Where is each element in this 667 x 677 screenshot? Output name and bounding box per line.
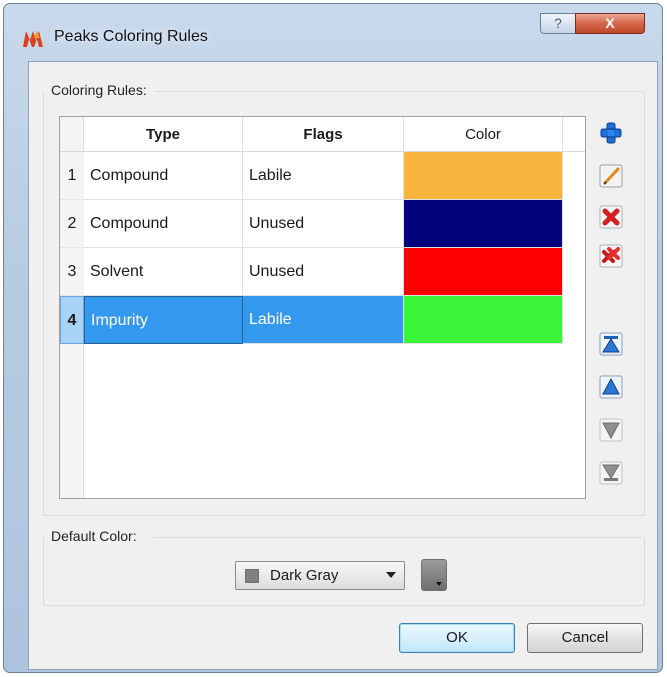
type-cell[interactable]: Compound xyxy=(84,200,243,248)
delete-icon xyxy=(599,205,623,229)
table-corner xyxy=(60,117,84,152)
type-cell[interactable]: Compound xyxy=(84,152,243,200)
color-cell[interactable] xyxy=(404,248,563,296)
header-filler xyxy=(563,117,585,152)
rules-table[interactable]: Type Flags Color 1 Compound Labile 2 Com… xyxy=(59,116,586,499)
add-icon xyxy=(600,122,622,144)
move-up-icon xyxy=(599,375,623,399)
default-color-dropdown[interactable]: Dark Gray xyxy=(235,561,405,590)
chevron-down-icon xyxy=(386,572,396,578)
move-top-button[interactable] xyxy=(599,332,623,356)
dialog-client-area: Coloring Rules: Type Flags Color 1 Compo… xyxy=(28,61,658,670)
row-number[interactable]: 2 xyxy=(60,200,84,248)
row-number[interactable]: 4 xyxy=(60,296,84,344)
dropdown-arrow-icon xyxy=(436,582,442,586)
move-down-icon xyxy=(599,418,623,442)
delete-all-icon xyxy=(599,244,623,268)
color-picker-button[interactable] xyxy=(421,559,447,591)
column-header-flags[interactable]: Flags xyxy=(243,117,404,152)
flags-cell[interactable]: Unused xyxy=(243,200,404,248)
default-color-value: Dark Gray xyxy=(270,567,339,584)
row-number[interactable]: 1 xyxy=(60,152,84,200)
delete-rule-button[interactable] xyxy=(599,205,623,229)
table-row[interactable]: 3 Solvent Unused xyxy=(60,248,563,296)
table-row[interactable]: 2 Compound Unused xyxy=(60,200,563,248)
color-cell[interactable] xyxy=(404,296,563,344)
column-header-type[interactable]: Type xyxy=(84,117,243,152)
add-rule-button[interactable] xyxy=(599,121,623,145)
move-top-icon xyxy=(599,332,623,356)
dialog-window: Peaks Coloring Rules ? X Coloring Rules:… xyxy=(3,3,663,673)
delete-all-rules-button[interactable] xyxy=(599,244,623,268)
move-down-button xyxy=(599,418,623,442)
move-bottom-icon xyxy=(599,461,623,485)
color-cell[interactable] xyxy=(404,200,563,248)
flags-cell[interactable]: Labile xyxy=(243,296,404,344)
table-row[interactable]: 1 Compound Labile xyxy=(60,152,563,200)
edit-rule-button[interactable] xyxy=(599,164,623,188)
help-button[interactable]: ? xyxy=(540,13,576,34)
row-number[interactable]: 3 xyxy=(60,248,84,296)
move-bottom-button xyxy=(599,461,623,485)
type-cell[interactable]: Impurity xyxy=(84,296,243,344)
edit-icon xyxy=(599,164,623,188)
color-cell[interactable] xyxy=(404,152,563,200)
window-title: Peaks Coloring Rules xyxy=(54,28,208,45)
flags-cell[interactable]: Labile xyxy=(243,152,404,200)
type-cell[interactable]: Solvent xyxy=(84,248,243,296)
cancel-button[interactable]: Cancel xyxy=(527,623,643,653)
close-button[interactable]: X xyxy=(575,13,645,34)
ok-button[interactable]: OK xyxy=(399,623,515,653)
flags-cell[interactable]: Unused xyxy=(243,248,404,296)
column-header-color[interactable]: Color xyxy=(404,117,563,152)
table-row-selected[interactable]: 4 Impurity Labile xyxy=(60,296,563,344)
title-bar[interactable]: Peaks Coloring Rules ? X xyxy=(4,4,662,64)
app-logo-icon xyxy=(23,31,43,47)
color-swatch xyxy=(245,569,259,583)
move-up-button[interactable] xyxy=(599,375,623,399)
